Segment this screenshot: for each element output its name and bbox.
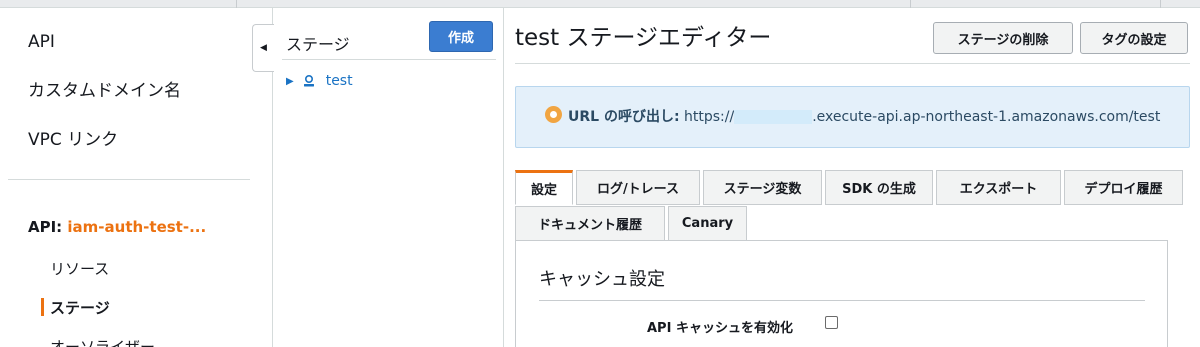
enable-cache-checkbox[interactable] — [825, 316, 838, 329]
delete-stage-button[interactable]: ステージの削除 — [933, 22, 1073, 54]
nav-item-vpc-link[interactable]: VPC リンク — [28, 125, 118, 150]
top-bar — [0, 0, 1200, 8]
left-navigation: API カスタムドメイン名 VPC リンク API: iam-auth-test… — [0, 8, 273, 347]
api-prefix: API: — [28, 218, 68, 236]
api-context: API: iam-auth-test-... — [28, 218, 206, 236]
stage-list-header: ステージ — [286, 35, 350, 54]
tab-deployment-history[interactable]: デプロイ履歴 — [1064, 170, 1183, 205]
nav-item-custom-domain[interactable]: カスタムドメイン名 — [28, 76, 181, 101]
tab-export[interactable]: エクスポート — [936, 170, 1061, 205]
invoke-url-suffix[interactable]: .execute-api.ap-northeast-1.amazonaws.co… — [812, 109, 1160, 125]
stage-list-divider — [282, 59, 496, 60]
top-bar-separator — [1160, 0, 1161, 8]
top-bar-separator — [910, 0, 911, 8]
nav-item-stages[interactable]: ステージ — [50, 297, 110, 318]
stage-icon — [303, 74, 314, 87]
cache-settings-title: キャッシュ設定 — [539, 269, 665, 290]
tab-logs-tracing[interactable]: ログ/トレース — [576, 170, 700, 205]
nav-item-authorizers[interactable]: オーソライザー — [50, 336, 155, 347]
info-icon — [545, 106, 562, 123]
invoke-url-prefix[interactable]: https:// — [684, 109, 734, 125]
nav-item-api[interactable]: API — [28, 32, 55, 52]
collapse-left-nav-icon[interactable]: ◀ — [252, 24, 274, 72]
expand-caret-icon[interactable]: ▶ — [286, 76, 294, 87]
enable-cache-label: API キャッシュを有効化 — [647, 321, 793, 336]
tab-settings[interactable]: 設定 — [515, 170, 573, 205]
tab-sdk-generation[interactable]: SDK の生成 — [825, 170, 933, 205]
settings-panel: キャッシュ設定 API キャッシュを有効化 — [515, 240, 1168, 347]
page-title: test ステージエディター — [515, 25, 772, 51]
invoke-url: URL の呼び出し: https:// .execute-api.ap-north… — [568, 106, 1160, 126]
tab-documentation-history[interactable]: ドキュメント履歴 — [515, 206, 665, 241]
cache-settings-divider — [539, 300, 1145, 301]
redacted-api-id — [734, 110, 813, 124]
tab-row-2: ドキュメント履歴 Canary — [515, 206, 747, 241]
invoke-url-label: URL の呼び出し: — [568, 109, 680, 125]
nav-divider — [8, 179, 250, 180]
active-indicator — [41, 298, 44, 316]
tag-settings-button[interactable]: タグの設定 — [1080, 22, 1188, 54]
tab-canary[interactable]: Canary — [668, 206, 747, 241]
create-stage-button[interactable]: 作成 — [429, 21, 493, 52]
invoke-url-banner: URL の呼び出し: https:// .execute-api.ap-north… — [515, 86, 1190, 148]
stage-list-panel: ステージ 作成 ▶ test — [274, 8, 504, 347]
top-bar-separator — [236, 0, 237, 8]
tab-row-1: 設定 ログ/トレース ステージ変数 SDK の生成 エクスポート デプロイ履歴 — [515, 170, 1183, 205]
api-name[interactable]: iam-auth-test-... — [67, 218, 206, 236]
title-divider — [515, 63, 1190, 64]
nav-item-resources[interactable]: リソース — [50, 258, 109, 279]
stage-tree-item[interactable]: ▶ test — [286, 71, 353, 91]
stage-tree-label[interactable]: test — [326, 73, 353, 89]
tab-stage-variables[interactable]: ステージ変数 — [703, 170, 822, 205]
